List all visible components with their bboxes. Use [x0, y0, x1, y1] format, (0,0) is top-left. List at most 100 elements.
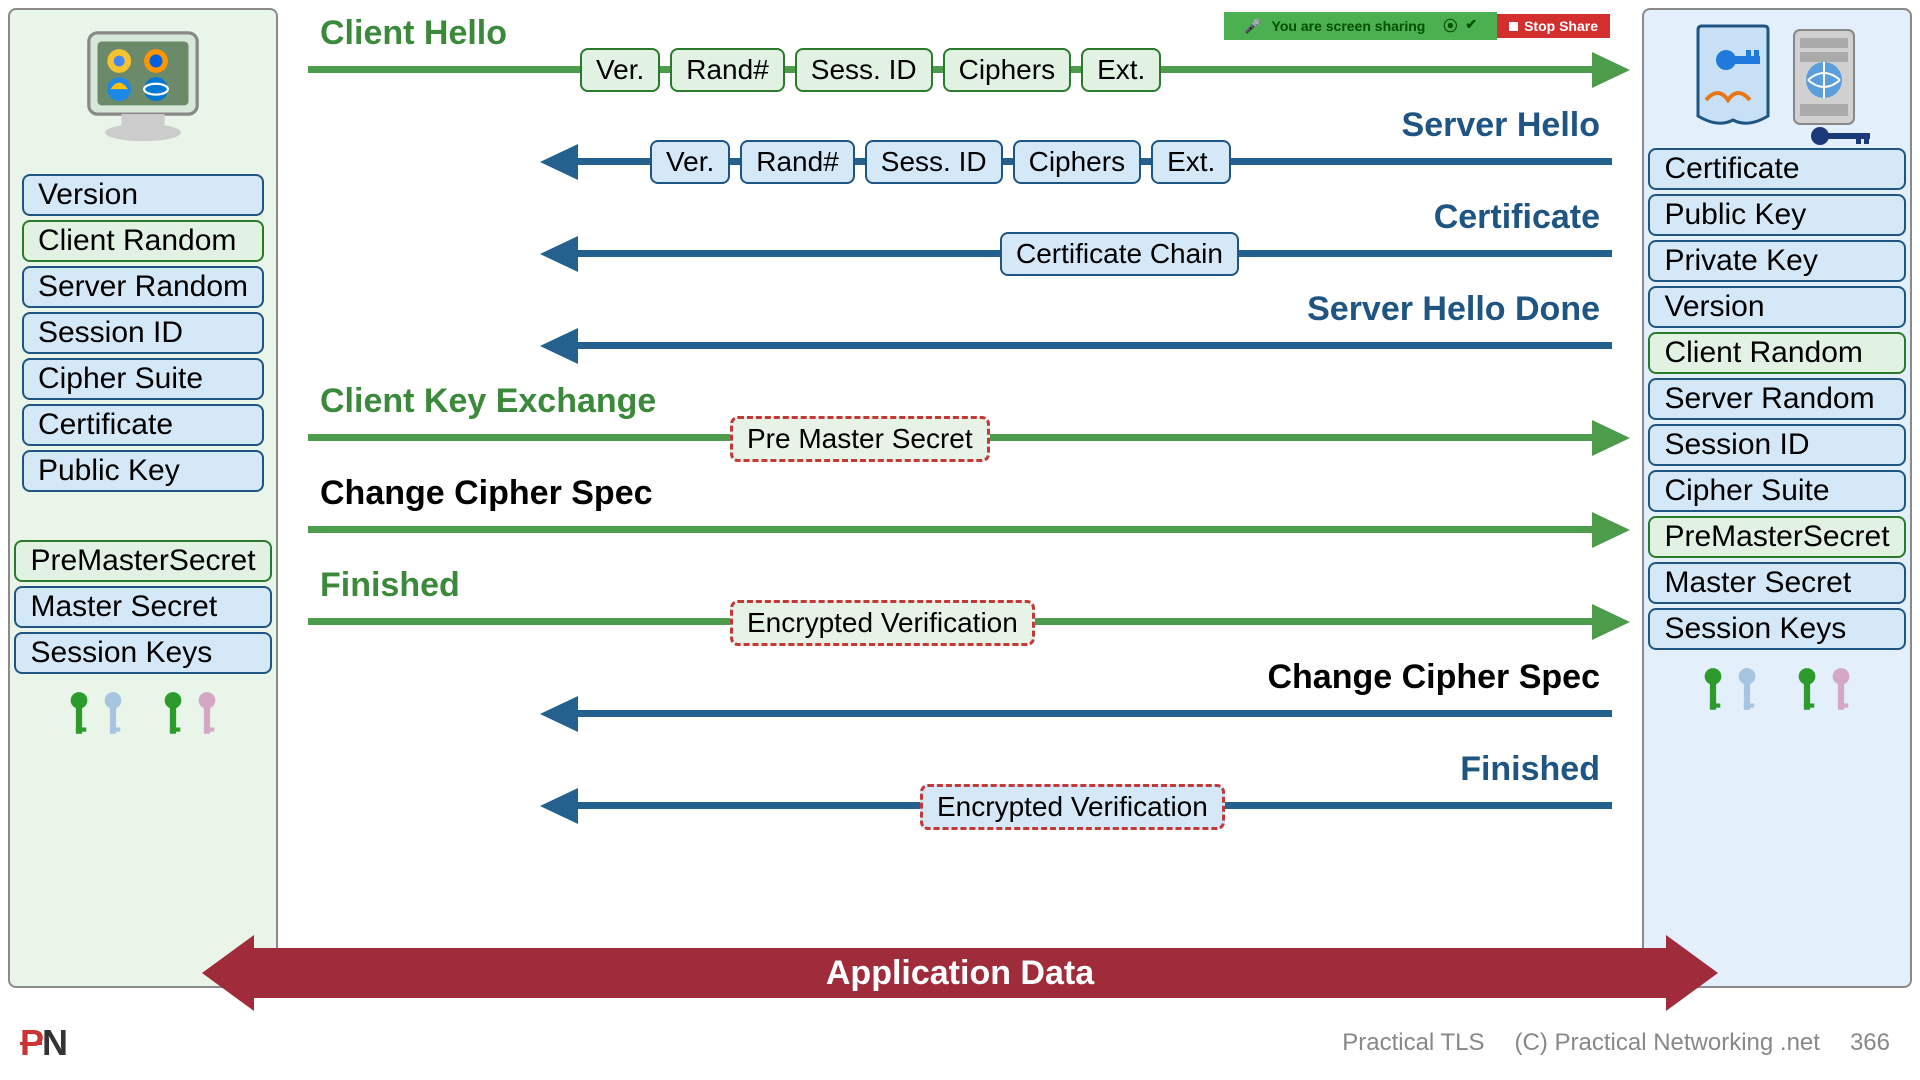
key-icon — [160, 690, 186, 740]
share-text: You are screen sharing — [1272, 18, 1426, 34]
flow-label: Server Hello Done — [1307, 290, 1600, 329]
tag-certificate: Certificate — [22, 404, 264, 446]
arrow-head-icon — [1592, 512, 1630, 548]
tag-version: Version — [1648, 286, 1905, 328]
packet-rand-: Rand# — [670, 48, 785, 92]
tag-premastersecret: PreMasterSecret — [1648, 516, 1905, 558]
packet-row: Encrypted Verification — [730, 600, 1035, 646]
tag-client-random: Client Random — [1648, 332, 1905, 374]
packet-row: Certificate Chain — [1000, 232, 1239, 276]
server-keys-row — [1700, 666, 1854, 716]
microphone-icon: 🎤 — [1244, 18, 1261, 35]
tag-certificate: Certificate — [1648, 148, 1905, 190]
tag-premastersecret: PreMasterSecret — [14, 540, 271, 582]
tag-session-keys: Session Keys — [14, 632, 271, 674]
arrow-head-icon — [540, 328, 578, 364]
flow-server-hello-done: Server Hello Done — [300, 306, 1620, 366]
flow-server-hello: Server HelloVer.Rand#Sess. IDCiphersExt. — [300, 122, 1620, 182]
tag-master-secret: Master Secret — [14, 586, 271, 628]
arrow-head-icon — [1592, 604, 1630, 640]
tag-public-key: Public Key — [22, 450, 264, 492]
flow-label: Change Cipher Spec — [1267, 658, 1600, 697]
flow-label: Change Cipher Spec — [320, 474, 653, 513]
handshake-flows: Client HelloVer.Rand#Sess. IDCiphersExt.… — [300, 30, 1620, 858]
packet-ext-: Ext. — [1081, 48, 1161, 92]
client-panel: VersionClient RandomServer RandomSession… — [8, 8, 278, 988]
server-icons — [1688, 22, 1866, 132]
server-computer-icon — [1786, 22, 1866, 132]
arrow-head-icon — [540, 696, 578, 732]
flow-label: Finished — [1460, 750, 1600, 789]
certificate-icon — [1688, 22, 1778, 132]
flow-finished: FinishedEncrypted Verification — [300, 766, 1620, 826]
key-icon — [194, 690, 220, 740]
key-icon — [1794, 666, 1820, 716]
double-arrow-right-icon — [1666, 935, 1718, 1011]
footer-page: 366 — [1850, 1029, 1890, 1057]
packet-row: Ver.Rand#Sess. IDCiphersExt. — [580, 48, 1161, 92]
key-icon — [1734, 666, 1760, 716]
tag-session-id: Session ID — [1648, 424, 1905, 466]
flow-label: Finished — [320, 566, 460, 605]
packet-certificate-chain: Certificate Chain — [1000, 232, 1239, 276]
tag-session-id: Session ID — [22, 312, 264, 354]
tag-public-key: Public Key — [1648, 194, 1905, 236]
key-icon — [66, 690, 92, 740]
arrow-head-icon — [1592, 420, 1630, 456]
server-panel: CertificatePublic KeyPrivate KeyVersionC… — [1642, 8, 1912, 988]
packet-row: Pre Master Secret — [730, 416, 990, 462]
flow-change-cipher-spec: Change Cipher Spec — [300, 674, 1620, 734]
packet-sess-id: Sess. ID — [795, 48, 933, 92]
packet-rand-: Rand# — [740, 140, 855, 184]
tag-private-key: Private Key — [1648, 240, 1905, 282]
packet-pre-master-secret: Pre Master Secret — [730, 416, 990, 462]
stop-share-button[interactable]: Stop Share — [1497, 14, 1610, 38]
packet-ciphers: Ciphers — [943, 48, 1071, 92]
packet-row: Ver.Rand#Sess. IDCiphersExt. — [650, 140, 1231, 184]
client-keys-row — [66, 690, 220, 740]
footer-copyright: (C) Practical Networking .net — [1515, 1029, 1820, 1057]
arrow-line — [308, 526, 1600, 533]
packet-sess-id: Sess. ID — [865, 140, 1003, 184]
arrow-head-icon — [540, 788, 578, 824]
tag-session-keys: Session Keys — [1648, 608, 1905, 650]
arrow-head-icon — [1592, 52, 1630, 88]
arrow-head-icon — [540, 236, 578, 272]
check-icon[interactable]: ✔ — [1465, 16, 1477, 36]
tag-server-random: Server Random — [22, 266, 264, 308]
flow-label: Certificate — [1434, 198, 1600, 237]
footer: PN Practical TLS (C) Practical Networkin… — [20, 1022, 1890, 1064]
tag-cipher-suite: Cipher Suite — [22, 358, 264, 400]
packet-encrypted-verification: Encrypted Verification — [730, 600, 1035, 646]
tag-version: Version — [22, 174, 264, 216]
stop-icon — [1509, 22, 1518, 31]
brand-logo: PN — [20, 1022, 66, 1064]
flow-change-cipher-spec: Change Cipher Spec — [300, 490, 1620, 550]
application-data-bar: Application Data — [250, 948, 1670, 998]
key-icon — [1828, 666, 1854, 716]
packet-encrypted-verification: Encrypted Verification — [920, 784, 1225, 830]
key-icon — [1700, 666, 1726, 716]
packet-ext-: Ext. — [1151, 140, 1231, 184]
key-icon — [100, 690, 126, 740]
packet-row: Encrypted Verification — [920, 784, 1225, 830]
flow-label: Client Hello — [320, 14, 507, 53]
packet-ver-: Ver. — [580, 48, 660, 92]
screen-share-bar: 🎤 You are screen sharing ⦿ ✔ Stop Share — [1224, 13, 1610, 39]
flow-client-key-exchange: Client Key ExchangePre Master Secret — [300, 398, 1620, 458]
flow-finished: FinishedEncrypted Verification — [300, 582, 1620, 642]
arrow-head-icon — [540, 144, 578, 180]
flow-certificate: CertificateCertificate Chain — [300, 214, 1620, 274]
footer-title: Practical TLS — [1342, 1029, 1484, 1057]
arrow-line — [570, 342, 1612, 349]
flow-label: Client Key Exchange — [320, 382, 656, 421]
private-key-icon — [1808, 124, 1878, 148]
share-status: 🎤 You are screen sharing ⦿ ✔ — [1224, 12, 1497, 40]
double-arrow-left-icon — [202, 935, 254, 1011]
arrow-line — [570, 710, 1612, 717]
application-data-label: Application Data — [826, 954, 1094, 993]
pause-icon[interactable]: ⦿ — [1443, 16, 1457, 36]
tag-cipher-suite: Cipher Suite — [1648, 470, 1905, 512]
tag-server-random: Server Random — [1648, 378, 1905, 420]
flow-label: Server Hello — [1402, 106, 1600, 145]
